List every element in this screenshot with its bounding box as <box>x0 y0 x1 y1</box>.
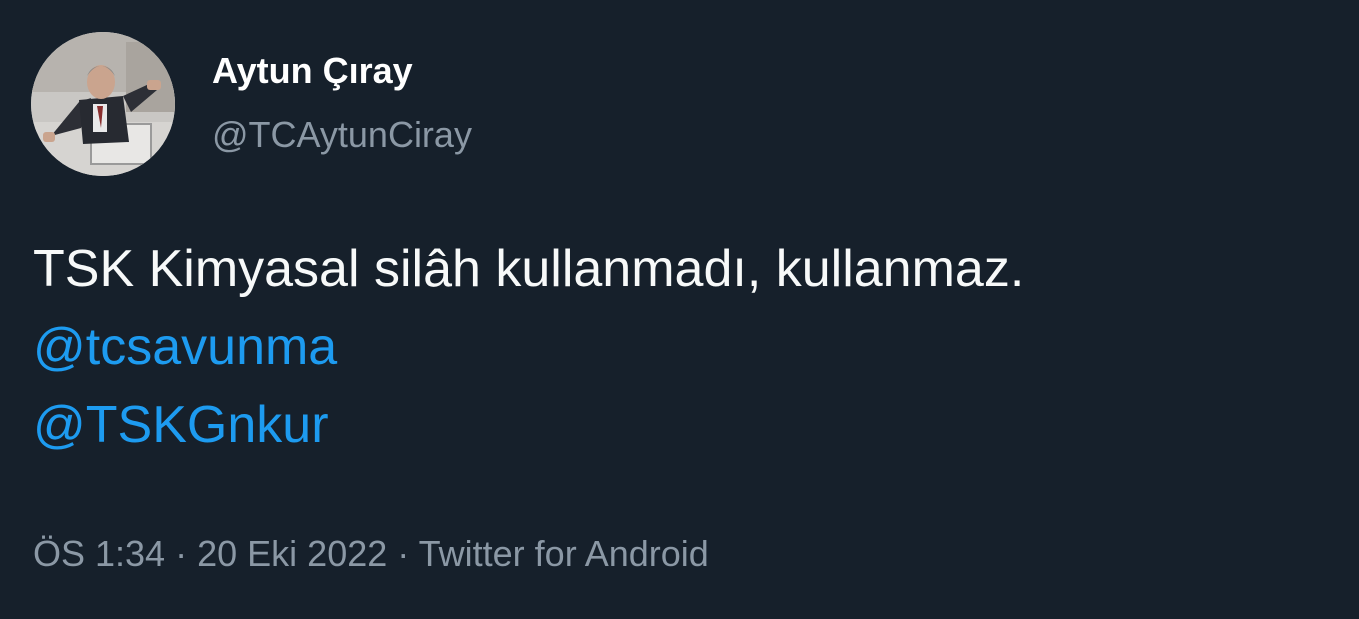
tweet-body: TSK Kimyasal silâh kullanmadı, kullanmaz… <box>33 230 1343 464</box>
meta-separator: · <box>175 533 188 574</box>
author-handle[interactable]: @TCAytunCiray <box>212 114 472 156</box>
tweet-card: Aytun Çıray @TCAytunCiray TSK Kimyasal s… <box>0 0 1359 619</box>
profile-photo-icon <box>31 32 175 176</box>
mention-link-tskgnkur[interactable]: @TSKGnkur <box>33 396 329 454</box>
tweet-time[interactable]: ÖS 1:34 <box>33 533 165 574</box>
mention-link-tcsavunma[interactable]: @tcsavunma <box>33 318 337 376</box>
tweet-source[interactable]: Twitter for Android <box>419 533 709 574</box>
meta-separator: · <box>397 533 410 574</box>
tweet-meta: ÖS 1:34 · 20 Eki 2022 · Twitter for Andr… <box>33 533 709 575</box>
author-display-name[interactable]: Aytun Çıray <box>212 50 413 92</box>
tweet-date[interactable]: 20 Eki 2022 <box>197 533 387 574</box>
tweet-text: TSK Kimyasal silâh kullanmadı, kullanmaz… <box>33 240 1025 298</box>
author-avatar[interactable] <box>31 32 175 176</box>
